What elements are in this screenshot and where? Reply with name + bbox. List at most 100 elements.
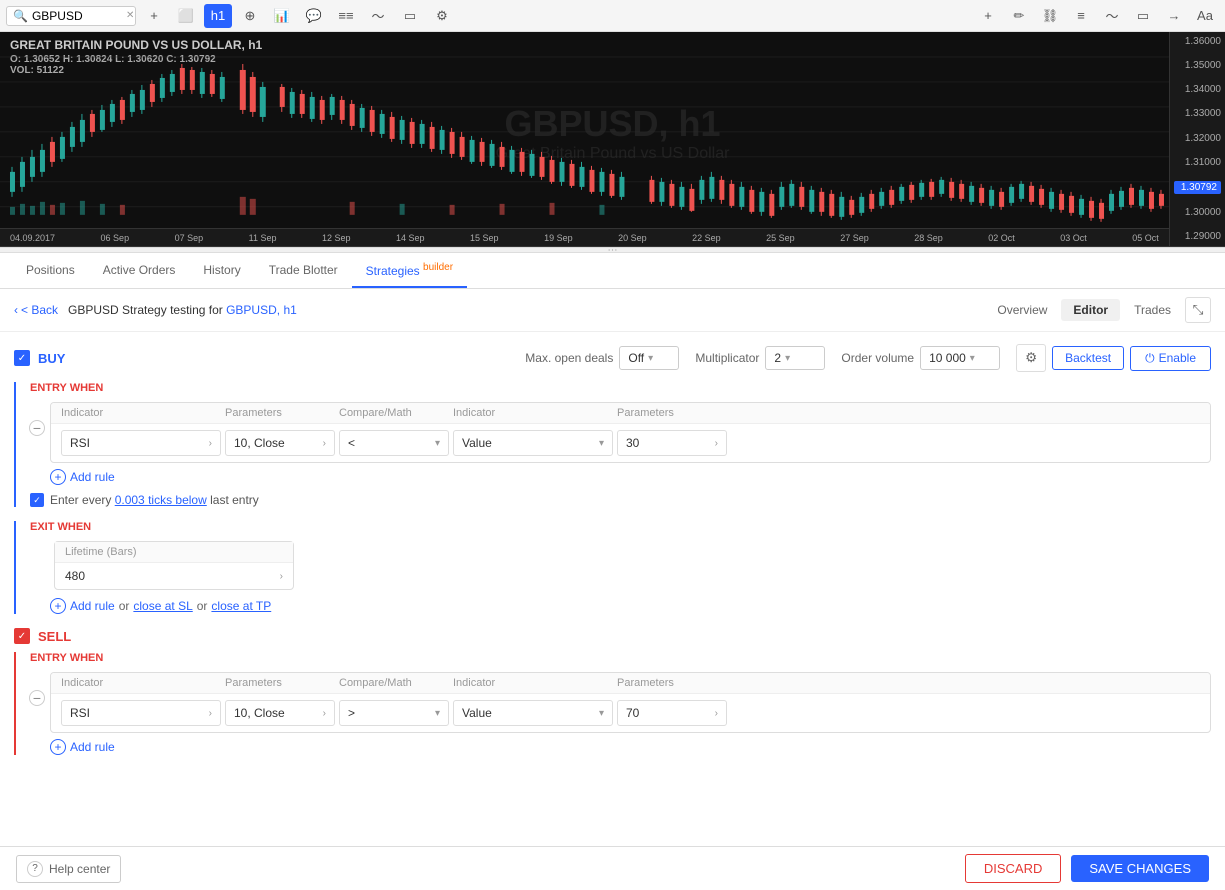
- sell-indicator-select[interactable]: RSI ›: [61, 700, 221, 726]
- buy-rule-minus-button[interactable]: −: [29, 420, 45, 436]
- object-tree-button[interactable]: ▭: [396, 4, 424, 28]
- discard-button[interactable]: DISCARD: [965, 854, 1062, 883]
- buy-ticks-link[interactable]: 0.003 ticks below: [115, 493, 207, 507]
- buy-indicator2-select[interactable]: Value ▾: [453, 430, 613, 456]
- arrow-button[interactable]: →: [1160, 4, 1188, 28]
- tab-strategies[interactable]: Strategies builder: [352, 254, 467, 288]
- buy-exit-add-rule-button[interactable]: Add rule: [70, 599, 115, 613]
- price-3: 1.34000: [1174, 84, 1221, 95]
- lines-button[interactable]: ≡: [1067, 4, 1095, 28]
- compare-button[interactable]: ≡≡: [332, 4, 360, 28]
- chart-area: GREAT BRITAIN POUND VS US DOLLAR, h1 O: …: [0, 32, 1225, 247]
- add-symbol-button[interactable]: +: [140, 4, 168, 28]
- search-box[interactable]: 🔍 ✕: [6, 6, 136, 26]
- save-changes-button[interactable]: SAVE CHANGES: [1071, 855, 1209, 882]
- layout-button[interactable]: ⬜: [172, 4, 200, 28]
- h1-timeframe-button[interactable]: h1: [204, 4, 232, 28]
- sell-add-rule-row: + Add rule: [50, 739, 1211, 755]
- buy-compare-chevron: ▾: [435, 438, 440, 449]
- help-center-button[interactable]: ? Help center: [16, 855, 121, 883]
- time-15: 03 Oct: [1060, 233, 1087, 243]
- max-open-deals-label: Max. open deals: [525, 351, 613, 365]
- buy-entry-checkbox[interactable]: ✓: [30, 493, 44, 507]
- close-tp-link[interactable]: close at TP: [211, 599, 271, 613]
- indicators-button[interactable]: 💬: [300, 4, 328, 28]
- sell-rule-container: − Indicator Parameters Compare/Math Indi…: [30, 672, 1211, 733]
- sell-compare-select[interactable]: > ▾: [339, 700, 449, 726]
- sell-params-chevron: ›: [323, 708, 326, 719]
- time-5: 12 Sep: [322, 233, 351, 243]
- rect-button[interactable]: ▭: [1129, 4, 1157, 28]
- sell-parameters-value: 10, Close: [234, 706, 285, 720]
- magnet-button[interactable]: ⛓: [1036, 4, 1064, 28]
- tab-trades[interactable]: Trades: [1122, 299, 1183, 321]
- tab-active-orders[interactable]: Active Orders: [89, 255, 190, 287]
- tab-editor[interactable]: Editor: [1061, 299, 1120, 321]
- time-6: 14 Sep: [396, 233, 425, 243]
- price-7: 1.30000: [1174, 207, 1221, 218]
- top-toolbar: 🔍 ✕ + ⬜ h1 ⊕ 📊 💬 ≡≡ 〜 ▭ ⚙ + ✏ ⛓ ≡ 〜 ▭ → …: [0, 0, 1225, 32]
- tab-history[interactable]: History: [189, 255, 254, 287]
- buy-rule-line: −: [30, 402, 44, 436]
- buy-entry-checkbox-row: ✓ Enter every 0.003 ticks below last ent…: [30, 493, 1211, 507]
- buy-params-chevron: ›: [323, 438, 326, 449]
- buy-parameters2-select[interactable]: 30 ›: [617, 430, 727, 456]
- sell-checkbox[interactable]: ✓: [14, 628, 30, 644]
- sell-parameters2-value: 70: [626, 706, 639, 720]
- tab-positions[interactable]: Positions: [12, 255, 89, 287]
- sell-rule-table: Indicator Parameters Compare/Math Indica…: [50, 672, 1211, 733]
- buy-compare-select[interactable]: < ▾: [339, 430, 449, 456]
- buy-compare-value: <: [348, 436, 355, 450]
- settings-button[interactable]: ⚙: [1016, 344, 1046, 372]
- buy-checkbox[interactable]: ✓: [14, 350, 30, 366]
- lifetime-value: 480: [65, 569, 85, 583]
- max-open-deals-select[interactable]: Off ▾: [619, 346, 679, 370]
- order-volume-group: Order volume 10 000 ▾: [841, 346, 1000, 370]
- buy-rule-header: Indicator Parameters Compare/Math Indica…: [51, 403, 1210, 424]
- buy-indicator-chevron: ›: [209, 438, 212, 449]
- settings-chart-button[interactable]: ⚙: [428, 4, 456, 28]
- chart-type-button[interactable]: 📊: [268, 4, 296, 28]
- alerts-button[interactable]: 〜: [364, 4, 392, 28]
- tab-overview[interactable]: Overview: [985, 299, 1059, 321]
- buy-params2-chevron: ›: [715, 438, 718, 449]
- buy-parameters-select[interactable]: 10, Close ›: [225, 430, 335, 456]
- sell-parameters2-select[interactable]: 70 ›: [617, 700, 727, 726]
- wave-button[interactable]: 〜: [1098, 4, 1126, 28]
- pencil-button[interactable]: ✏: [1005, 4, 1033, 28]
- panel-tabs: Positions Active Orders History Trade Bl…: [0, 253, 1225, 289]
- strategy-title-link[interactable]: GBPUSD, h1: [226, 303, 297, 317]
- sell-indicator-value: RSI: [70, 706, 90, 720]
- time-scale: 04.09.2017 06 Sep 07 Sep 11 Sep 12 Sep 1…: [0, 228, 1169, 246]
- buy-indicator-select[interactable]: RSI ›: [61, 430, 221, 456]
- sell-indicator2-select[interactable]: Value ▾: [453, 700, 613, 726]
- order-volume-select[interactable]: 10 000 ▾: [920, 346, 1000, 370]
- time-16: 05 Oct: [1132, 233, 1159, 243]
- search-input[interactable]: [32, 9, 122, 23]
- enable-button[interactable]: ⏻ Enable: [1130, 346, 1211, 371]
- sell-parameters-select[interactable]: 10, Close ›: [225, 700, 335, 726]
- compare-col-label: Compare/Math: [339, 407, 449, 419]
- sell-add-rule-button[interactable]: Add rule: [70, 740, 115, 754]
- text-button[interactable]: Aa: [1191, 4, 1219, 28]
- expand-button[interactable]: ⤡: [1185, 297, 1211, 323]
- back-button[interactable]: ‹ < Back: [14, 303, 58, 317]
- time-13: 28 Sep: [914, 233, 943, 243]
- buy-exit-add-row: + Add rule or close at SL or close at TP: [50, 598, 1211, 614]
- sell-label: SELL: [38, 629, 71, 644]
- sell-rule-minus-button[interactable]: −: [29, 690, 45, 706]
- crosshair-button[interactable]: ⊕: [236, 4, 264, 28]
- buy-exit-rule-area: Lifetime (Bars) 480 ›: [34, 541, 1211, 590]
- plus-right-button[interactable]: +: [974, 4, 1002, 28]
- power-icon: ⏻: [1145, 351, 1155, 366]
- sell-indicator2-value: Value: [462, 706, 492, 720]
- multiplicator-select[interactable]: 2 ▾: [765, 346, 825, 370]
- buy-label-group: ✓ BUY: [14, 350, 65, 366]
- buy-parameters2-value: 30: [626, 436, 639, 450]
- time-4: 11 Sep: [249, 233, 277, 243]
- close-sl-link[interactable]: close at SL: [133, 599, 192, 613]
- backtest-button[interactable]: Backtest: [1052, 346, 1124, 370]
- buy-add-rule-button[interactable]: Add rule: [70, 470, 115, 484]
- sell-entry-when-label: ENTRY WHEN: [30, 652, 1211, 664]
- tab-trade-blotter[interactable]: Trade Blotter: [255, 255, 352, 287]
